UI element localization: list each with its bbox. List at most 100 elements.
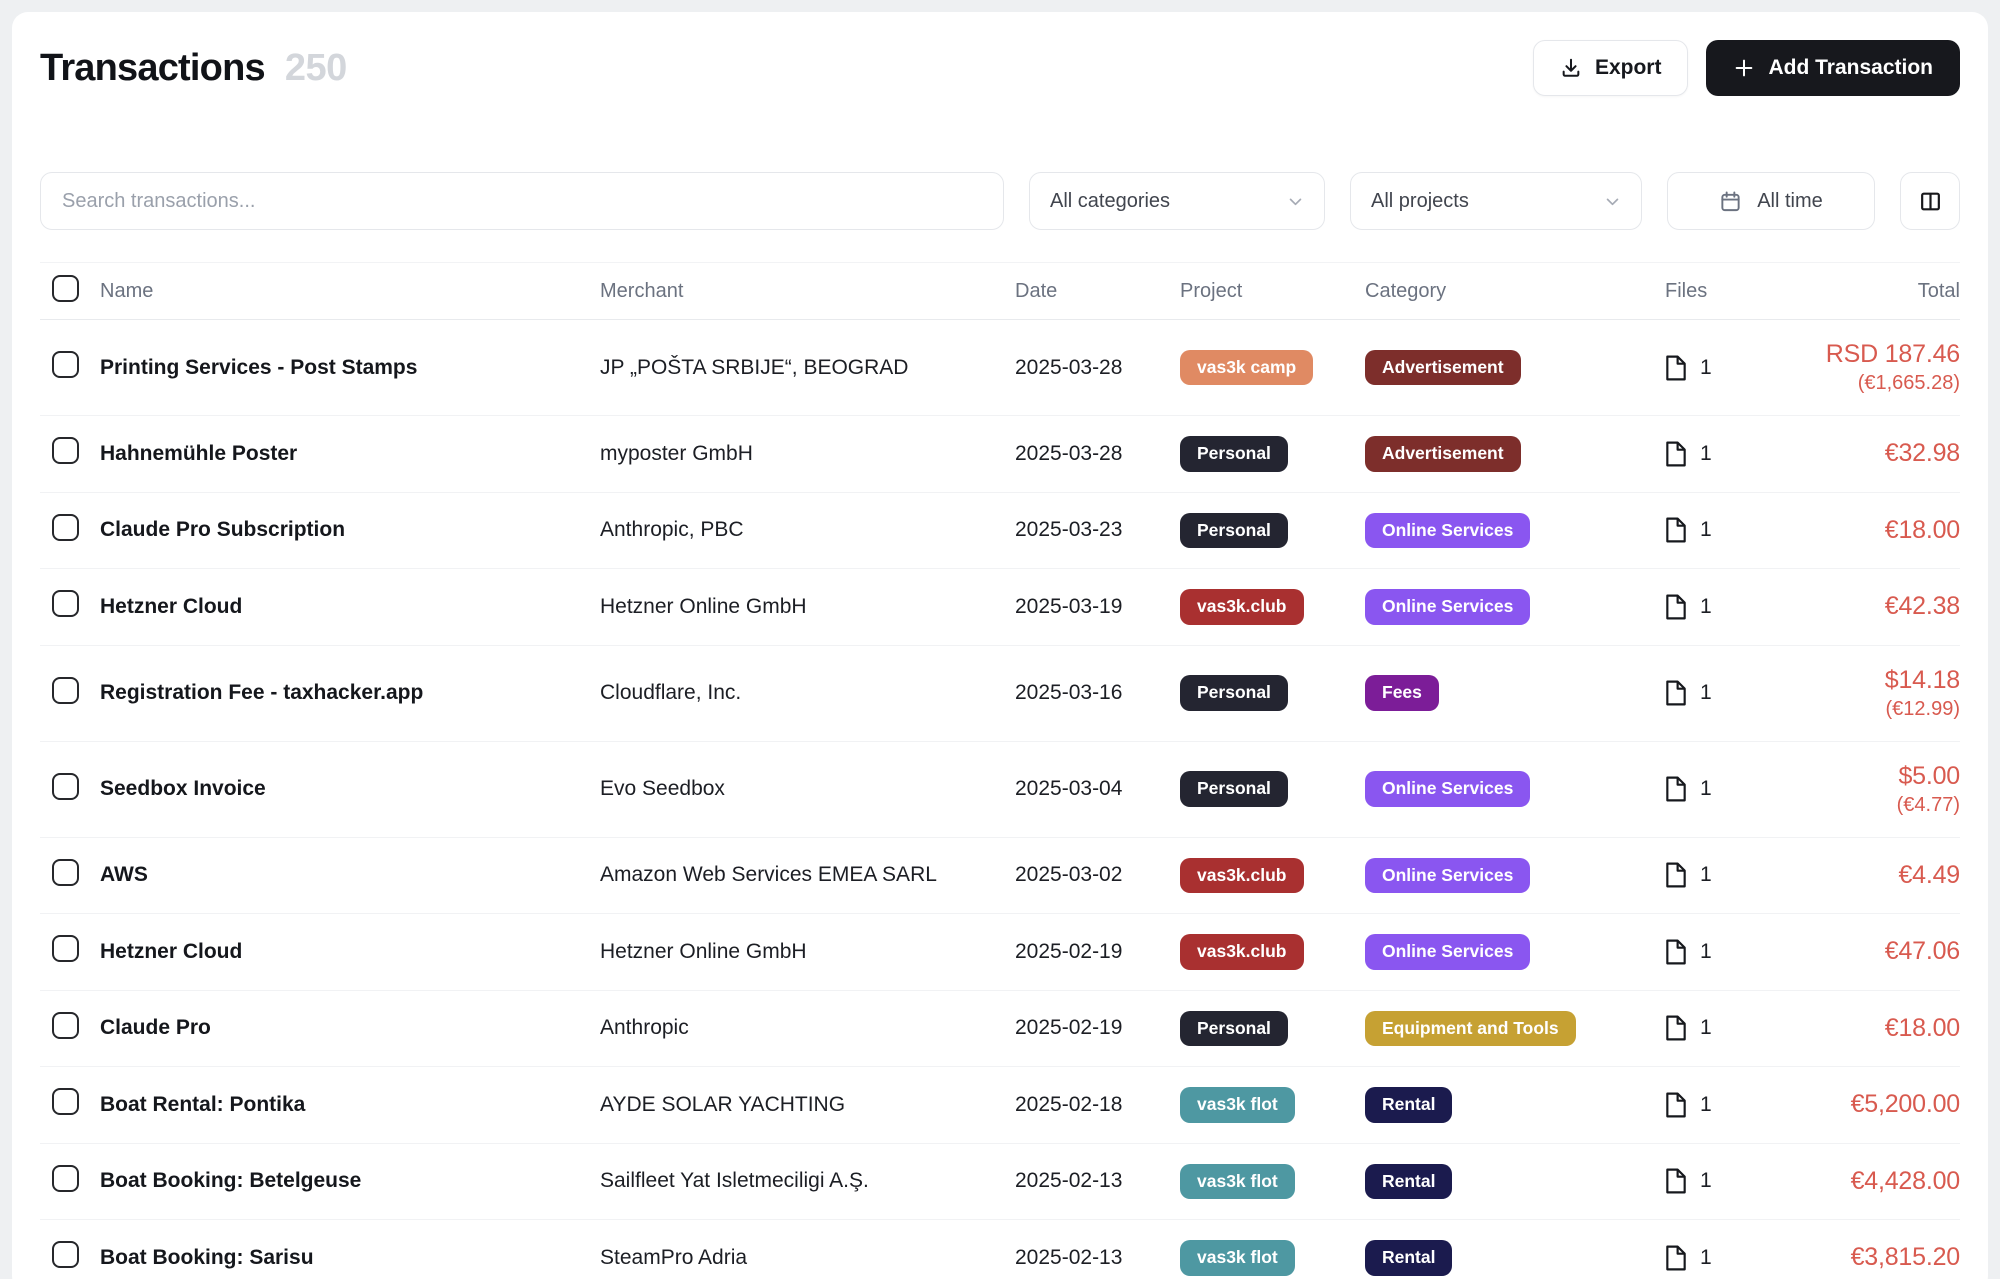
table-body: Printing Services - Post Stamps JP „POŠT… (40, 320, 1960, 1279)
file-icon (1665, 1168, 1687, 1194)
transaction-total: €18.00 (1770, 1014, 1960, 1043)
transaction-merchant: Sailfleet Yat Isletmeciligi A.Ş. (600, 1169, 1015, 1193)
table-row[interactable]: AWS Amazon Web Services EMEA SARL 2025-0… (40, 838, 1960, 915)
table-row[interactable]: Hetzner Cloud Hetzner Online GmbH 2025-0… (40, 914, 1960, 991)
categories-dropdown[interactable]: All categories (1029, 172, 1325, 230)
total-amount: €32.98 (1770, 439, 1960, 468)
files-cell: 1 (1665, 441, 1770, 467)
column-header-files[interactable]: Files (1665, 280, 1770, 303)
row-checkbox[interactable] (52, 935, 79, 962)
row-checkbox[interactable] (52, 437, 79, 464)
export-button[interactable]: Export (1533, 40, 1689, 96)
transaction-merchant: Anthropic, PBC (600, 518, 1015, 542)
row-checkbox[interactable] (52, 590, 79, 617)
transaction-merchant: JP „POŠTA SRBIJE“, BEOGRAD (600, 356, 1015, 380)
row-checkbox[interactable] (52, 514, 79, 541)
column-header-category[interactable]: Category (1365, 280, 1665, 303)
table-row[interactable]: Registration Fee - taxhacker.app Cloudfl… (40, 646, 1960, 742)
project-badge: vas3k.club (1180, 858, 1304, 894)
column-header-name[interactable]: Name (100, 280, 600, 303)
add-transaction-button[interactable]: Add Transaction (1706, 40, 1960, 96)
file-icon (1665, 862, 1687, 888)
total-amount: RSD 187.46 (1770, 340, 1960, 369)
select-all-checkbox[interactable] (52, 275, 79, 302)
category-badge: Online Services (1365, 771, 1530, 807)
transaction-total: €18.00 (1770, 516, 1960, 545)
transaction-date: 2025-03-02 (1015, 863, 1180, 887)
transaction-date: 2025-03-04 (1015, 777, 1180, 801)
projects-value: All projects (1371, 190, 1469, 213)
table-row[interactable]: Seedbox Invoice Evo Seedbox 2025-03-04 P… (40, 742, 1960, 838)
row-checkbox[interactable] (52, 773, 79, 800)
filter-bar: All categories All projects All time (40, 172, 1960, 230)
table-row[interactable]: Printing Services - Post Stamps JP „POŠT… (40, 320, 1960, 416)
project-badge: Personal (1180, 771, 1288, 807)
transaction-total: €32.98 (1770, 439, 1960, 468)
column-header-date[interactable]: Date (1015, 280, 1180, 303)
category-badge: Advertisement (1365, 436, 1521, 472)
project-badge: Personal (1180, 675, 1288, 711)
transaction-merchant: Cloudflare, Inc. (600, 681, 1015, 705)
transaction-name: Boat Booking: Sarisu (100, 1246, 600, 1270)
transaction-merchant: AYDE SOLAR YACHTING (600, 1093, 1015, 1117)
column-header-project[interactable]: Project (1180, 280, 1365, 303)
files-cell: 1 (1665, 594, 1770, 620)
table-row[interactable]: Boat Rental: Pontika AYDE SOLAR YACHTING… (40, 1067, 1960, 1144)
transaction-name: Printing Services - Post Stamps (100, 356, 600, 380)
projects-dropdown[interactable]: All projects (1350, 172, 1642, 230)
files-cell: 1 (1665, 862, 1770, 888)
transaction-date: 2025-03-16 (1015, 681, 1180, 705)
file-count: 1 (1700, 442, 1712, 466)
file-count: 1 (1700, 1169, 1712, 1193)
date-range-picker[interactable]: All time (1667, 172, 1875, 230)
table-row[interactable]: Boat Booking: Sarisu SteamPro Adria 2025… (40, 1220, 1960, 1279)
column-header-merchant[interactable]: Merchant (600, 280, 1015, 303)
total-amount: €47.06 (1770, 937, 1960, 966)
category-badge: Equipment and Tools (1365, 1011, 1576, 1047)
category-badge: Online Services (1365, 858, 1530, 894)
chevron-down-icon (1604, 193, 1621, 210)
project-badge: vas3k flot (1180, 1164, 1295, 1200)
file-count: 1 (1700, 356, 1712, 380)
export-label: Export (1595, 56, 1662, 80)
row-checkbox[interactable] (52, 859, 79, 886)
transaction-name: Boat Rental: Pontika (100, 1093, 600, 1117)
page-title: Transactions (40, 47, 265, 90)
row-checkbox[interactable] (52, 1012, 79, 1039)
row-checkbox[interactable] (52, 1241, 79, 1268)
project-badge: vas3k flot (1180, 1240, 1295, 1276)
transaction-total: €4.49 (1770, 861, 1960, 890)
row-checkbox[interactable] (52, 351, 79, 378)
search-input[interactable] (40, 172, 1004, 230)
row-checkbox[interactable] (52, 1165, 79, 1192)
files-cell: 1 (1665, 939, 1770, 965)
project-badge: Personal (1180, 513, 1288, 549)
transaction-merchant: myposter GmbH (600, 442, 1015, 466)
transaction-name: Hetzner Cloud (100, 940, 600, 964)
table-row[interactable]: Claude Pro Anthropic 2025-02-19 Personal… (40, 991, 1960, 1068)
layout-columns-toggle[interactable] (1900, 172, 1960, 230)
category-badge: Online Services (1365, 934, 1530, 970)
file-icon (1665, 355, 1687, 381)
table-row[interactable]: Hahnemühle Poster myposter GmbH 2025-03-… (40, 416, 1960, 493)
row-checkbox[interactable] (52, 677, 79, 704)
transaction-total: €5,200.00 (1770, 1090, 1960, 1119)
table-row[interactable]: Claude Pro Subscription Anthropic, PBC 2… (40, 493, 1960, 570)
calendar-icon (1719, 190, 1742, 213)
table-row[interactable]: Hetzner Cloud Hetzner Online GmbH 2025-0… (40, 569, 1960, 646)
total-converted-amount: (€1,665.28) (1770, 372, 1960, 395)
column-header-total[interactable]: Total (1770, 280, 1960, 303)
total-amount: €4,428.00 (1770, 1167, 1960, 1196)
transaction-total: €3,815.20 (1770, 1243, 1960, 1272)
date-range-value: All time (1757, 190, 1823, 213)
files-cell: 1 (1665, 680, 1770, 706)
file-count: 1 (1700, 863, 1712, 887)
category-badge: Advertisement (1365, 350, 1521, 386)
row-checkbox[interactable] (52, 1088, 79, 1115)
total-converted-amount: (€12.99) (1770, 698, 1960, 721)
table-row[interactable]: Boat Booking: Betelgeuse Sailfleet Yat I… (40, 1144, 1960, 1221)
transaction-merchant: Hetzner Online GmbH (600, 595, 1015, 619)
total-amount: $5.00 (1770, 762, 1960, 791)
file-icon (1665, 441, 1687, 467)
table-header: Name Merchant Date Project Category File… (40, 262, 1960, 320)
